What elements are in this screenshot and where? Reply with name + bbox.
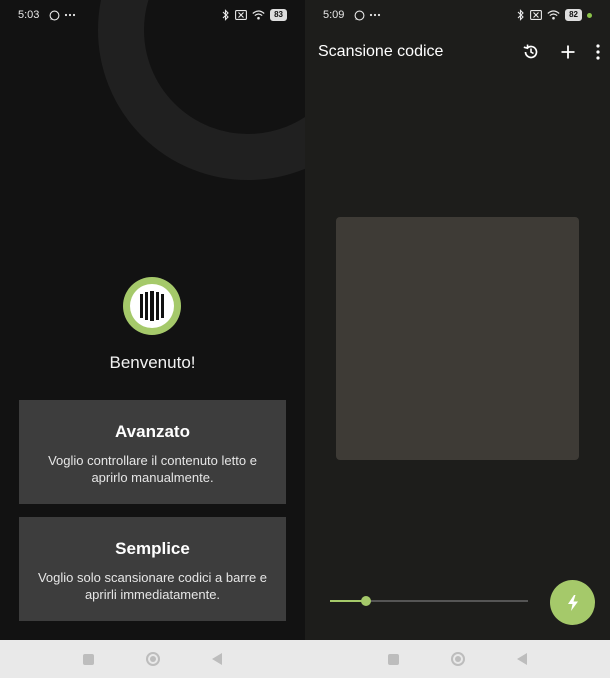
option-simple-card[interactable]: Semplice Voglio solo scansionare codici … (19, 517, 286, 621)
more-horiz-icon (369, 13, 381, 17)
welcome-screen: 5:03 83 Benvenuto! Avanzato Voglio contr… (0, 0, 305, 640)
wifi-icon (252, 10, 265, 20)
status-bar: 5:03 83 (0, 0, 305, 30)
status-time: 5:09 (323, 9, 345, 21)
option-description: Voglio solo scansionare codici a barre e… (37, 570, 268, 602)
flash-button[interactable] (550, 580, 595, 625)
battery-icon: 83 (270, 9, 287, 21)
scan-viewfinder (336, 217, 579, 460)
history-icon[interactable] (522, 43, 540, 61)
welcome-title: Benvenuto! (109, 353, 196, 372)
status-time: 5:03 (18, 9, 40, 21)
option-title: Semplice (115, 539, 190, 558)
option-advanced-card[interactable]: Avanzato Voglio controllare il contenuto… (19, 400, 286, 504)
battery-icon: 82 (565, 9, 582, 21)
option-description: Voglio controllare il contenuto letto e … (48, 453, 257, 485)
bluetooth-icon (222, 9, 230, 21)
more-vert-icon[interactable] (596, 44, 600, 60)
flash-icon (567, 594, 578, 611)
nav-back-icon[interactable] (212, 653, 222, 665)
bluetooth-icon (517, 9, 525, 21)
nav-home-icon[interactable] (451, 652, 465, 666)
notification-dot (587, 12, 592, 18)
whatsapp-icon (49, 10, 60, 21)
system-nav-bar (0, 640, 305, 678)
barcode-icon (130, 284, 174, 328)
no-sim-icon (530, 10, 543, 20)
zoom-slider[interactable] (330, 596, 528, 606)
page-title: Scansione codice (318, 43, 444, 60)
add-icon[interactable] (560, 44, 576, 60)
wifi-icon (547, 10, 560, 20)
app-logo (123, 277, 181, 335)
nav-back-icon[interactable] (517, 653, 527, 665)
app-bar: Scansione codice (305, 36, 610, 68)
scanner-screen: 5:09 82 Scansione codice (305, 0, 610, 640)
nav-home-icon[interactable] (146, 652, 160, 666)
zoom-slider-thumb[interactable] (361, 596, 371, 606)
nav-recents-icon[interactable] (83, 653, 94, 665)
nav-recents-icon[interactable] (388, 653, 399, 665)
status-bar: 5:09 82 (305, 0, 610, 30)
option-title: Avanzato (115, 422, 190, 441)
no-sim-icon (235, 10, 248, 20)
more-horiz-icon (64, 13, 76, 17)
whatsapp-icon (354, 10, 365, 21)
system-nav-bar (305, 640, 610, 678)
